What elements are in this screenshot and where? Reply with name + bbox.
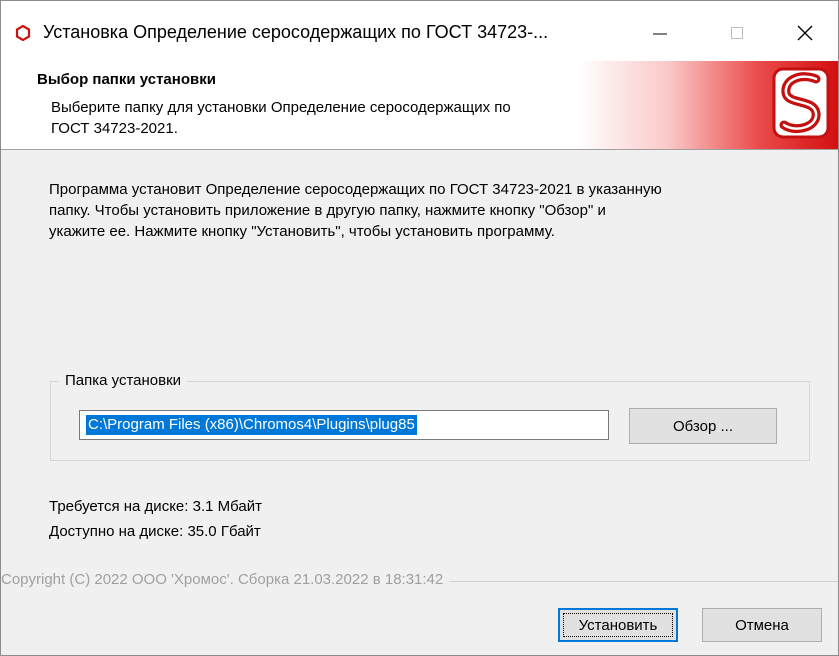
copyright-text: Copyright (C) 2022 ООО 'Хромос'. Сборка … (1, 571, 450, 588)
window-title: Установка Определение серосодержащих по … (43, 22, 549, 42)
focus-rect (563, 613, 673, 637)
browse-button[interactable]: Обзор ... (629, 408, 777, 444)
install-button[interactable]: Установить (558, 608, 678, 642)
disk-required-text: Требуется на диске: 3.1 Мбайт (49, 498, 262, 515)
maximize-icon (731, 27, 743, 39)
install-folder-group: Папка установки C:\Program Files (x86)\C… (50, 372, 810, 461)
installer-window: Установка Определение серосодержащих по … (0, 0, 839, 656)
page-title: Выбор папки установки (37, 71, 216, 88)
header-banner: Выбор папки установки Выберите папку для… (1, 61, 838, 150)
install-path-value: C:\Program Files (x86)\Chromos4\Plugins\… (86, 415, 417, 435)
minimize-button[interactable] (632, 13, 688, 53)
intro-text: Программа установит Определение серосоде… (49, 181, 662, 240)
maximize-button[interactable] (709, 13, 765, 53)
close-button[interactable] (777, 13, 833, 53)
app-icon (15, 24, 31, 42)
install-path-input[interactable]: C:\Program Files (x86)\Chromos4\Plugins\… (79, 410, 609, 440)
brand-logo (772, 67, 830, 139)
title-bar[interactable]: Установка Определение серосодержащих по … (1, 1, 838, 61)
group-label: Папка установки (59, 372, 188, 390)
page-subtitle: Выберите папку для установки Определение… (51, 99, 511, 137)
disk-available-text: Доступно на диске: 35.0 Гбайт (49, 523, 261, 540)
minimize-icon (653, 33, 667, 35)
cancel-button[interactable]: Отмена (702, 608, 822, 642)
close-icon (797, 25, 813, 41)
